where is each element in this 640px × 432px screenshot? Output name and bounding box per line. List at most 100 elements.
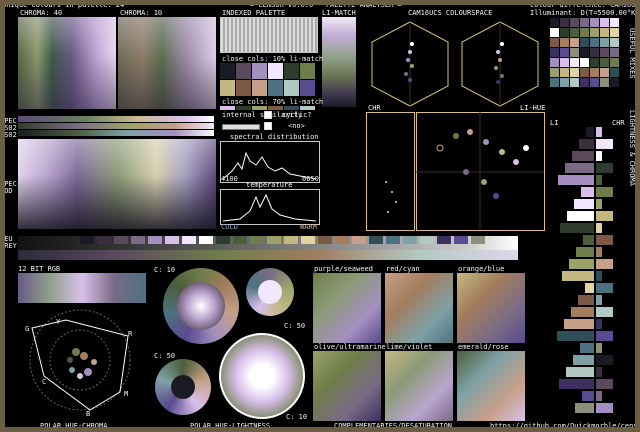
complementaries-label: COMPLEMENTARIES/DESATURATION [334, 422, 453, 430]
chroma-bar [596, 175, 602, 185]
mix-swatch [560, 48, 569, 57]
c10-label-a: C: 10 [154, 266, 176, 274]
lightness-bar [565, 163, 594, 173]
close-col-swatch [300, 63, 315, 79]
mix-swatch [600, 68, 609, 77]
chroma-bars [596, 127, 626, 427]
lime-violet-map [385, 351, 453, 421]
close-cols-70-swatches [220, 106, 318, 110]
mix-swatch [610, 58, 619, 67]
lightness-chroma-label: LIGHTNESS & CHROMA [628, 110, 636, 186]
li-label: LI [550, 119, 559, 127]
emerald-rose-map [457, 351, 525, 421]
palette-swatch [284, 236, 298, 244]
chroma-bar [596, 319, 602, 329]
close-cols-10-label: close cols: 10% li-match [222, 55, 324, 63]
close-cols-70-label: close cols: 70% li-match [222, 98, 324, 106]
palette-swatch [454, 236, 468, 244]
mix-swatch [610, 48, 619, 57]
chroma-bar [596, 355, 613, 365]
mix-swatch [550, 48, 559, 57]
close-col-swatch [220, 63, 235, 79]
cyclic-value[interactable]: <no> [288, 122, 305, 130]
indexed-palette-grid [220, 17, 318, 53]
lime-violet-label: lime/violet [386, 343, 433, 351]
palette-swatch [114, 236, 128, 244]
close-col-swatch [284, 106, 299, 110]
mix-swatch [610, 18, 619, 27]
useful-mixes-grid [550, 18, 622, 90]
chroma-bar [596, 199, 602, 209]
mix-swatch [610, 68, 619, 77]
app-title: = CENSOR v0.6.0 - PALETTE ANALYSER = [250, 1, 402, 9]
lightness-bar [566, 367, 594, 377]
close-col-swatch [300, 106, 315, 110]
mix-swatch [550, 58, 559, 67]
palette-swatch [233, 236, 247, 244]
close-col-swatch [236, 80, 251, 96]
li-match-label: LI-MATCH [322, 9, 356, 17]
chroma-bar [596, 223, 602, 233]
palette-swatch [131, 236, 145, 244]
cyclic-checkbox[interactable] [264, 122, 272, 130]
mix-swatch [560, 68, 569, 77]
orange-blue-map [457, 273, 525, 343]
orange-blue-label: orange/blue [458, 265, 505, 273]
internal-similarity-checkbox[interactable] [264, 111, 272, 119]
palette-swatch [182, 236, 196, 244]
chroma-bar [596, 379, 613, 389]
spectral-distribution-label: spectral distribution [230, 133, 319, 141]
wheel-c-label: C [42, 378, 47, 386]
mix-swatch [580, 18, 589, 27]
mix-swatch [570, 28, 579, 37]
mix-swatch [550, 38, 559, 47]
wheel-r-label: R [128, 330, 133, 338]
github-link[interactable]: https://github.com/Quickmorble/censor [490, 422, 640, 430]
c50-label-a: C: 50 [284, 322, 306, 330]
palette-swatch [437, 236, 451, 244]
close-col-swatch [252, 106, 267, 110]
mix-swatch [590, 18, 599, 27]
chroma-bar [596, 295, 602, 305]
close-col-swatch [220, 80, 235, 96]
palette-swatch [369, 236, 383, 244]
palette-swatch [250, 236, 264, 244]
chroma-bar [596, 163, 613, 173]
mix-swatch [550, 78, 559, 87]
cam16-label: CAM16UCS COLOURSPACE [408, 9, 493, 17]
mix-swatch [550, 18, 559, 27]
chroma-bar [596, 247, 602, 257]
mix-swatch [590, 68, 599, 77]
spec-min-label: 4100 [221, 175, 238, 183]
close-col-swatch [284, 80, 299, 96]
useful-mixes-label: USEFUL MIXES [628, 28, 636, 79]
chr2-label: CHR [612, 119, 625, 127]
censor-window: Unique colours in palette: 24 = CENSOR v… [0, 0, 640, 432]
12bit-rgb-label: 12 BIT RGB [18, 265, 61, 273]
mix-swatch [600, 78, 609, 87]
mix-swatch [600, 28, 609, 37]
similarity-bar [222, 124, 260, 130]
palette-swatch [216, 236, 230, 244]
warm-label: WARM [300, 223, 317, 231]
chr-label: CHR [368, 104, 381, 112]
lightness-bar [573, 355, 594, 365]
mix-swatch [600, 58, 609, 67]
chroma-bar [596, 331, 613, 341]
close-col-swatch [300, 80, 315, 96]
12bit-rgb-strip [18, 273, 146, 303]
chroma-bar [596, 151, 602, 161]
chroma-bar [596, 283, 613, 293]
mix-swatch [600, 48, 609, 57]
mix-swatch [570, 38, 579, 47]
chroma-40-map [18, 17, 116, 109]
lightness-bar [579, 139, 594, 149]
mix-swatch [600, 18, 609, 27]
close-col-swatch [252, 80, 267, 96]
chr-li-hue-plot [366, 112, 545, 231]
mix-swatch [600, 38, 609, 47]
palette-swatch [403, 236, 417, 244]
close-col-swatch [284, 63, 299, 79]
chroma-bar [596, 403, 613, 413]
mix-swatch [590, 38, 599, 47]
